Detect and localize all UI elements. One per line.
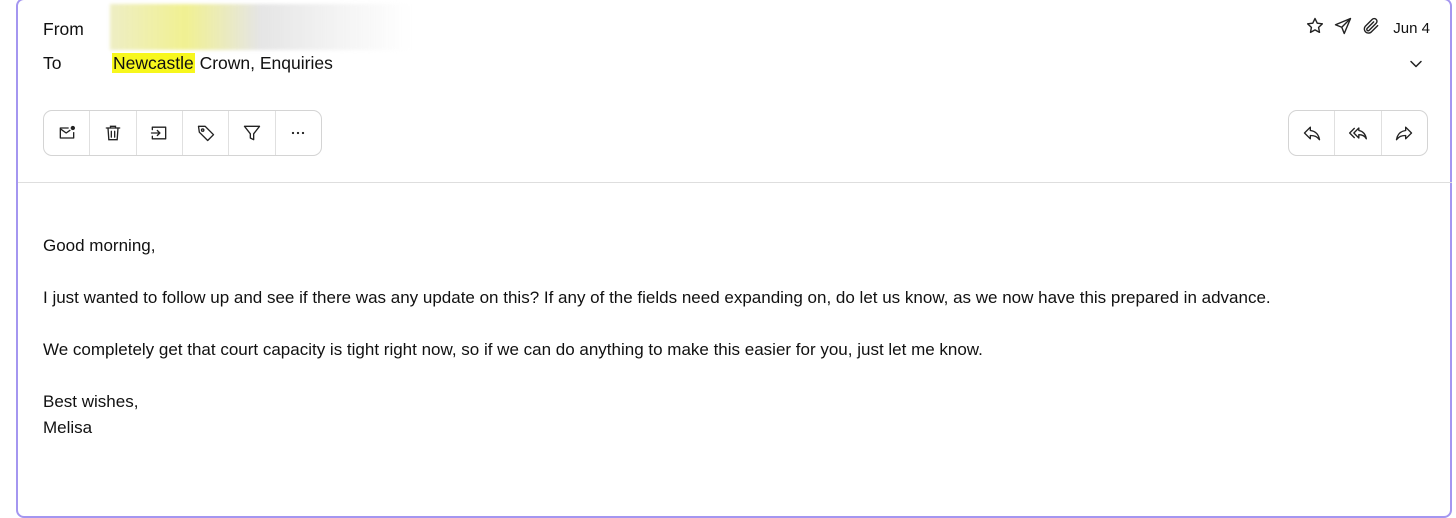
- move-button[interactable]: [135, 111, 182, 155]
- message-meta: Jun 4: [1305, 16, 1430, 41]
- send-icon: [1333, 16, 1353, 41]
- search-highlight: Newcastle: [112, 53, 195, 73]
- label-button[interactable]: [181, 111, 228, 155]
- to-recipients[interactable]: Newcastle Crown, Enquiries: [112, 53, 333, 74]
- filter-icon: [243, 125, 261, 141]
- paperclip-icon: [1361, 16, 1381, 41]
- delete-button[interactable]: [89, 111, 135, 155]
- move-to-icon: [151, 126, 167, 140]
- reply-toolbar: [1288, 110, 1428, 156]
- to-label: To: [43, 53, 62, 73]
- signoff: Best wishes,: [43, 392, 139, 411]
- reply-all-icon: [1348, 127, 1367, 140]
- reply-icon: [1303, 126, 1320, 141]
- forward-button[interactable]: [1380, 111, 1427, 155]
- recipient-rest: Crown, Enquiries: [194, 53, 333, 73]
- mark-unread-icon: [59, 125, 75, 139]
- message-body: Good morning, I just wanted to follow up…: [43, 233, 1271, 441]
- chevron-down-icon[interactable]: [1406, 54, 1426, 74]
- signature: Melisa: [43, 418, 93, 437]
- trash-icon: [105, 125, 121, 141]
- body-paragraph: We completely get that court capacity is…: [43, 340, 983, 359]
- tag-icon: [197, 125, 214, 142]
- more-icon: [292, 131, 305, 135]
- greeting: Good morning,: [43, 236, 156, 255]
- header-divider: [18, 182, 1452, 183]
- more-button[interactable]: [274, 111, 321, 155]
- from-label: From: [43, 19, 84, 39]
- sender-redacted: [110, 4, 410, 50]
- reply-button[interactable]: [1289, 111, 1334, 155]
- filter-button[interactable]: [228, 111, 274, 155]
- message-actions-toolbar: [43, 110, 322, 156]
- message-date: Jun 4: [1393, 20, 1430, 37]
- reply-all-button[interactable]: [1334, 111, 1380, 155]
- mark-unread-button[interactable]: [44, 111, 89, 155]
- forward-icon: [1396, 126, 1413, 141]
- body-paragraph: I just wanted to follow up and see if th…: [43, 288, 1271, 307]
- star-icon[interactable]: [1305, 16, 1325, 41]
